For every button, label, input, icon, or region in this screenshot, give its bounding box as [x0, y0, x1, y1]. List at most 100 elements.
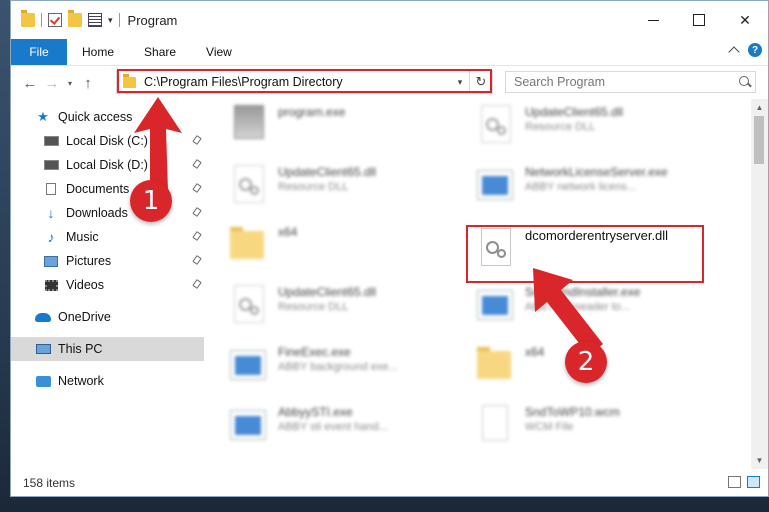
new-folder-icon[interactable] [68, 10, 82, 27]
minimize-icon [647, 19, 659, 21]
file-description: Resource DLL [278, 301, 349, 313]
folder-icon [230, 225, 268, 265]
sidebar-item-label: Videos [66, 278, 104, 292]
pin-icon[interactable] [192, 255, 202, 265]
exe-file-icon [477, 165, 515, 205]
sidebar-item-videos[interactable]: Videos [11, 273, 204, 297]
view-toggle [728, 476, 760, 488]
file-name: SndToWP10.wcm [525, 405, 620, 419]
search-input[interactable]: Search Program [505, 71, 756, 93]
blank-file-icon [477, 405, 515, 445]
dll-file-icon [477, 105, 515, 145]
tab-view[interactable]: View [191, 45, 247, 59]
file-item[interactable]: AbbyySTI.exe ABBY sti event hand... [230, 405, 480, 453]
pin-icon[interactable] [192, 279, 202, 289]
title-bar: ▾ Program ✕ [11, 1, 768, 39]
sidebar-item-downloads[interactable]: ↓ Downloads [11, 201, 204, 225]
step-badge-1: 1 [130, 180, 172, 222]
file-item[interactable]: program.exe [230, 105, 480, 153]
file-name: FineExec.exe [278, 345, 351, 359]
file-item[interactable]: UpdateClient65.dll Resource DLL [230, 165, 480, 213]
explorer-body: ★ Quick access Local Disk (C:) Local Dis… [11, 99, 768, 469]
file-name: UpdateClient65.dll [525, 105, 624, 119]
search-placeholder: Search Program [514, 75, 606, 89]
scroll-down-icon[interactable]: ▼ [751, 452, 768, 469]
recent-locations-chevron-icon[interactable]: ▾ [63, 79, 77, 88]
star-icon: ★ [37, 109, 49, 124]
maximize-icon [693, 14, 705, 26]
file-description: Resource DLL [278, 181, 349, 193]
scroll-up-icon[interactable]: ▲ [751, 99, 768, 116]
item-count: 158 items [23, 475, 76, 490]
arrow-up-annotation-icon [134, 97, 182, 191]
minimize-button[interactable] [630, 1, 676, 39]
pin-icon[interactable] [192, 231, 202, 241]
sidebar-item-network[interactable]: Network [11, 369, 204, 393]
tab-file[interactable]: File [11, 39, 67, 65]
file-name: program.exe [278, 105, 346, 119]
file-description: ABBY network licens... [525, 181, 637, 193]
customize-toolbar-chevron-icon[interactable]: ▾ [108, 15, 113, 26]
vertical-scrollbar[interactable]: ▲ ▼ [751, 99, 768, 469]
folder-icon [477, 345, 515, 385]
pin-icon[interactable] [192, 183, 202, 193]
file-description: WCM File [525, 421, 574, 433]
sidebar-item-label: OneDrive [58, 310, 111, 324]
window-controls: ✕ [630, 1, 768, 39]
details-view-icon[interactable] [728, 476, 741, 488]
sidebar-item-label: Network [58, 374, 104, 388]
ribbon-tabs: File Home Share View ? [11, 39, 768, 66]
sidebar-item-label: Music [66, 230, 99, 244]
properties-icon[interactable] [88, 13, 102, 27]
maximize-button[interactable] [676, 1, 722, 39]
file-item[interactable]: UpdateClient65.dll Resource DLL [477, 105, 727, 153]
toolbar-divider [118, 13, 120, 27]
file-description: ABBY background exe... [278, 361, 398, 373]
film-icon [43, 278, 59, 292]
help-icon[interactable]: ? [748, 43, 762, 57]
file-description: Resource DLL [525, 121, 596, 133]
sidebar-item-label: Downloads [66, 206, 128, 220]
dll-file-icon [230, 285, 268, 325]
forward-arrow-icon[interactable]: → [41, 75, 63, 92]
file-name: UpdateClient65.dll [278, 285, 377, 299]
pin-icon[interactable] [192, 159, 202, 169]
tab-share[interactable]: Share [129, 45, 191, 59]
file-item[interactable]: NetworkLicenseServer.exe ABBY network lic… [477, 165, 727, 213]
sidebar-item-music[interactable]: ♪ Music [11, 225, 204, 249]
computer-icon [35, 342, 51, 356]
file-description: ABBY sti event hand... [278, 421, 388, 433]
file-name: AbbyySTI.exe [278, 405, 353, 419]
file-item[interactable]: SndToWP10.wcm WCM File [477, 405, 727, 453]
hard-drive-icon [43, 134, 59, 148]
status-bar: 158 items [11, 469, 768, 496]
sidebar-item-pictures[interactable]: Pictures [11, 249, 204, 273]
sidebar-item-label: Documents [66, 182, 130, 196]
file-item[interactable]: UpdateClient65.dll Resource DLL [230, 285, 480, 333]
sidebar-item-label: Pictures [66, 254, 112, 268]
properties-check-icon[interactable] [48, 13, 62, 27]
folder-icon [21, 10, 35, 27]
quick-access-toolbar: ▾ [11, 10, 120, 27]
music-note-icon: ♪ [47, 229, 55, 245]
ribbon-controls: ? [728, 43, 762, 58]
sidebar-item-onedrive[interactable]: OneDrive [11, 305, 204, 329]
close-button[interactable]: ✕ [722, 1, 768, 39]
cloud-icon [35, 310, 51, 324]
file-item[interactable]: FineExec.exe ABBY background exe... [230, 345, 480, 393]
up-arrow-icon[interactable]: ↑ [77, 75, 99, 92]
expand-ribbon-chevron-icon[interactable] [728, 46, 740, 58]
scrollbar-thumb[interactable] [754, 116, 764, 164]
large-icons-view-icon[interactable] [747, 476, 760, 488]
sidebar-item-label: This PC [58, 342, 103, 356]
file-item[interactable]: x64 [230, 225, 480, 273]
sidebar-item-this-pc[interactable]: This PC [11, 337, 204, 361]
tab-home[interactable]: Home [67, 45, 129, 59]
pin-icon[interactable] [192, 135, 202, 145]
file-name: x64 [278, 225, 298, 239]
download-arrow-icon: ↓ [47, 205, 55, 221]
pin-icon[interactable] [192, 207, 202, 217]
address-highlight-box [117, 69, 492, 93]
back-arrow-icon[interactable]: ← [19, 75, 41, 92]
file-name: UpdateClient65.dll [278, 165, 377, 179]
